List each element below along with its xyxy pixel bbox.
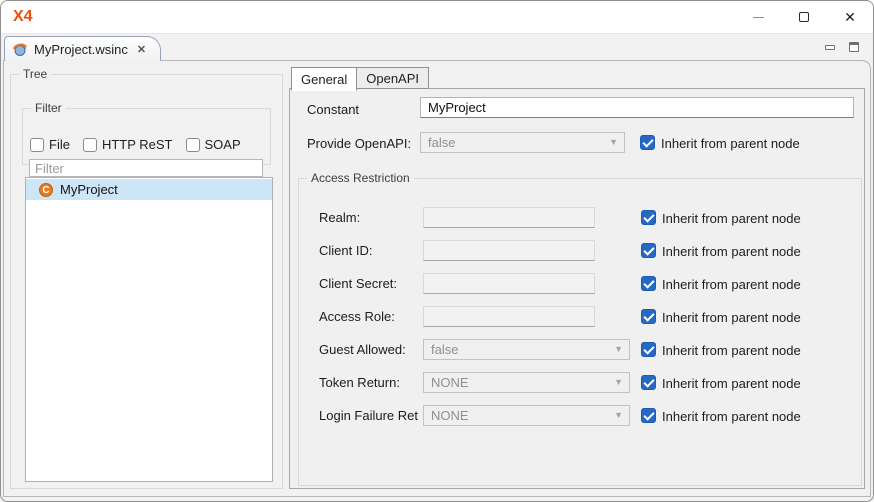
- filter-group: Filter File HTTP ReST SOAP: [22, 101, 271, 165]
- row-token-return: Token Return: NONE ▼ Inherit from parent…: [299, 372, 861, 393]
- filter-checkboxes: File HTTP ReST SOAP: [30, 137, 241, 152]
- client-secret-input[interactable]: [423, 273, 595, 294]
- row-access-role: Access Role: Inherit from parent node: [299, 306, 861, 327]
- checkbox-file-label: File: [49, 137, 70, 152]
- inherit-checkbox-client-secret[interactable]: [641, 276, 656, 291]
- row-realm: Realm: Inherit from parent node: [299, 207, 861, 228]
- access-restriction-label: Access Restriction: [307, 171, 414, 185]
- token-return-value: NONE: [431, 375, 469, 390]
- inherit-checkbox-provide-openapi[interactable]: [640, 135, 655, 150]
- dropdown-arrow-icon: ▼: [609, 138, 618, 147]
- access-role-label: Access Role:: [319, 309, 395, 324]
- editor-content: Tree Filter File HTTP ReST: [3, 60, 871, 497]
- filter-group-label: Filter: [31, 101, 66, 115]
- maximize-icon: [799, 12, 809, 22]
- inherit-checkbox-access-role[interactable]: [641, 309, 656, 324]
- guest-allowed-label: Guest Allowed:: [319, 342, 406, 357]
- inherit-label: Inherit from parent node: [662, 310, 801, 325]
- client-secret-label: Client Secret:: [319, 276, 397, 291]
- login-failure-label: Login Failure Ret: [319, 408, 418, 423]
- checkbox-soap-label: SOAP: [205, 137, 241, 152]
- tree-list[interactable]: C MyProject: [25, 177, 273, 482]
- tree-item-myproject[interactable]: C MyProject: [26, 179, 272, 200]
- app-window: X4 ✕ MyProject.wsinc ✕: [0, 0, 874, 502]
- realm-label: Realm:: [319, 210, 360, 225]
- inherit-checkbox-client-id[interactable]: [641, 243, 656, 258]
- tab-general[interactable]: General: [291, 67, 357, 91]
- tab-openapi[interactable]: OpenAPI: [357, 67, 429, 89]
- view-maximize-icon[interactable]: [849, 42, 859, 52]
- inherit-label: Inherit from parent node: [662, 277, 801, 292]
- inherit-checkbox-token-return[interactable]: [641, 375, 656, 390]
- guest-allowed-value: false: [431, 342, 458, 357]
- tree-panel: Tree Filter File HTTP ReST: [10, 67, 283, 489]
- maximize-button[interactable]: [781, 1, 827, 33]
- x4-logo: X4: [13, 8, 33, 26]
- dropdown-arrow-icon: ▼: [614, 345, 623, 354]
- checkbox-unchecked-icon: [83, 138, 97, 152]
- close-icon: ✕: [844, 10, 856, 24]
- client-id-label: Client ID:: [319, 243, 372, 258]
- checkbox-unchecked-icon: [30, 138, 44, 152]
- row-client-id: Client ID: Inherit from parent node: [299, 240, 861, 261]
- guest-allowed-select[interactable]: false ▼: [423, 339, 630, 360]
- client-id-input[interactable]: [423, 240, 595, 261]
- row-guest-allowed: Guest Allowed: false ▼ Inherit from pare…: [299, 339, 861, 360]
- provide-openapi-label: Provide OpenAPI:: [307, 136, 411, 151]
- constant-input[interactable]: [420, 97, 854, 118]
- dropdown-arrow-icon: ▼: [614, 378, 623, 387]
- login-failure-select[interactable]: NONE ▼: [423, 405, 630, 426]
- window-controls: ✕: [735, 1, 873, 33]
- realm-input[interactable]: [423, 207, 595, 228]
- row-login-failure: Login Failure Ret NONE ▼ Inherit from pa…: [299, 405, 861, 426]
- window-titlebar: X4 ✕: [1, 1, 873, 33]
- filter-input[interactable]: [29, 159, 263, 177]
- provide-openapi-value: false: [428, 135, 455, 150]
- inherit-label: Inherit from parent node: [662, 211, 801, 226]
- access-role-input[interactable]: [423, 306, 595, 327]
- tab-close-icon[interactable]: ✕: [137, 43, 146, 56]
- tree-group-label: Tree: [19, 67, 51, 81]
- general-form: Constant Provide OpenAPI: false ▼ Inheri…: [289, 88, 865, 489]
- workbench: MyProject.wsinc ✕ Tree Filter File: [1, 33, 873, 501]
- checkbox-soap[interactable]: SOAP: [186, 137, 241, 152]
- checkbox-file[interactable]: File: [30, 137, 70, 152]
- inherit-label: Inherit from parent node: [662, 343, 801, 358]
- inherit-checkbox-guest-allowed[interactable]: [641, 342, 656, 357]
- dropdown-arrow-icon: ▼: [614, 411, 623, 420]
- properties-panel: General OpenAPI Constant Provide OpenAPI…: [289, 67, 865, 489]
- view-controls: [825, 42, 859, 52]
- constant-icon: C: [39, 183, 53, 197]
- wsinc-file-icon: [12, 41, 28, 57]
- constant-label: Constant: [307, 102, 359, 117]
- inherit-label: Inherit from parent node: [662, 244, 801, 259]
- inherit-checkbox-realm[interactable]: [641, 210, 656, 225]
- inherit-label: Inherit from parent node: [661, 136, 800, 151]
- provide-openapi-select[interactable]: false ▼: [420, 132, 625, 153]
- token-return-label: Token Return:: [319, 375, 400, 390]
- token-return-select[interactable]: NONE ▼: [423, 372, 630, 393]
- checkbox-http-rest[interactable]: HTTP ReST: [83, 137, 173, 152]
- inherit-checkbox-login-failure[interactable]: [641, 408, 656, 423]
- login-failure-value: NONE: [431, 408, 469, 423]
- access-restriction-group: Access Restriction Realm: Inherit from p…: [298, 171, 862, 486]
- inherit-label: Inherit from parent node: [662, 376, 801, 391]
- properties-tabs: General OpenAPI: [291, 67, 865, 89]
- checkbox-unchecked-icon: [186, 138, 200, 152]
- editor-tab-myproject[interactable]: MyProject.wsinc ✕: [4, 36, 161, 61]
- row-client-secret: Client Secret: Inherit from parent node: [299, 273, 861, 294]
- minimize-icon: [753, 17, 764, 18]
- tree-item-label: MyProject: [60, 182, 118, 197]
- minimize-button[interactable]: [735, 1, 781, 33]
- checkbox-http-rest-label: HTTP ReST: [102, 137, 173, 152]
- close-button[interactable]: ✕: [827, 1, 873, 33]
- editor-tab-label: MyProject.wsinc: [34, 42, 128, 57]
- view-minimize-icon[interactable]: [825, 45, 835, 50]
- inherit-label: Inherit from parent node: [662, 409, 801, 424]
